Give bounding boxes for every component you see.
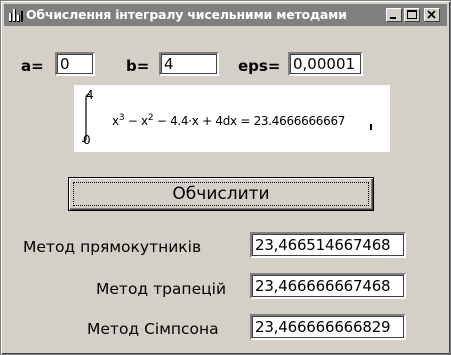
close-icon [427,10,436,19]
a-label: a= [21,57,44,75]
minus-sign: − [127,114,138,128]
rectangles-method-value: 23,466514667468 [255,236,391,254]
simpson-method-value: 23,466666666829 [255,318,391,336]
term1-exponent: 3 [118,113,125,123]
simpson-method-result[interactable]: 23,466666666829 [250,314,406,340]
a-input-value: 0 [60,55,70,73]
formula-rest: − 4.4·x + 4dx = 23.4666666667 [156,114,346,128]
rectangles-method-label: Метод прямокутників [23,238,202,256]
text-cursor [370,124,372,130]
title-bar[interactable]: Обчислення інтегралу чисельними методами [4,4,447,26]
rectangles-method-result[interactable]: 23,466514667468 [250,232,406,258]
b-input-value: 4 [164,55,174,73]
term2-exponent: 2 [147,113,154,123]
b-label: b= [126,57,150,75]
minimize-icon [390,17,396,19]
b-input[interactable]: 4 [159,52,219,76]
window-title: Обчислення інтегралу чисельними методами [26,7,347,22]
term1-base: x [112,114,119,128]
upper-limit: 4 [86,88,94,102]
trapezoid-method-value: 23,466666667468 [255,277,391,295]
minimize-button[interactable] [386,8,402,22]
main-window: Обчислення інтегралу чисельними методами… [0,0,451,355]
trapezoid-method-label: Метод трапецій [96,280,227,298]
trapezoid-method-result[interactable]: 23,466666667468 [250,273,406,299]
simpson-method-label: Метод Сімпсона [87,320,219,338]
eps-label: eps= [238,57,281,75]
calculate-button-label: Обчислити [172,184,270,204]
calculate-button[interactable]: Обчислити [68,177,374,211]
eps-input[interactable]: 0,00001 [288,52,363,76]
eps-input-value: 0,00001 [293,55,356,73]
maximize-button[interactable] [404,8,420,22]
a-input[interactable]: 0 [55,52,95,76]
close-button[interactable] [424,8,440,22]
chart-bars-icon [8,7,24,23]
term2-base: x [141,114,148,128]
lower-limit: 0 [83,133,91,147]
formula-panel: 4 0 x3 − x2 − 4.4·x + 4dx = 23.466666666… [74,85,390,152]
maximize-icon [407,10,417,19]
integrand-expression: x3 − x2 − 4.4·x + 4dx = 23.4666666667 [112,113,345,128]
